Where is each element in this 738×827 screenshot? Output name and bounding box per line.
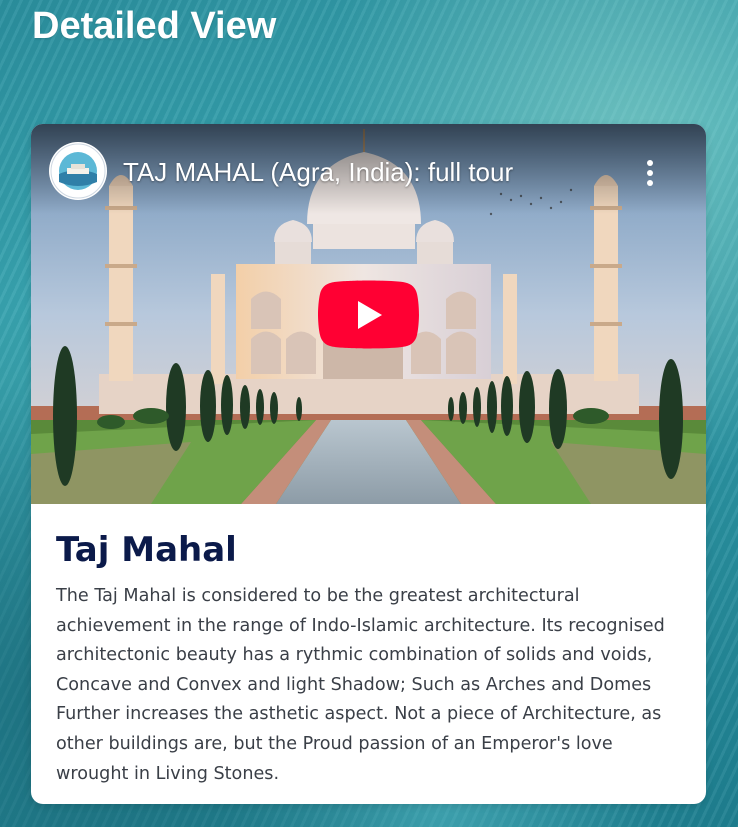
detail-card: TAJ MAHAL (Agra, India): full tour Taj M… bbox=[31, 124, 706, 804]
more-vert-icon[interactable] bbox=[637, 158, 663, 188]
place-title: Taj Mahal bbox=[56, 530, 237, 570]
place-description: The Taj Mahal is considered to be the gr… bbox=[56, 586, 665, 784]
video-title[interactable]: TAJ MAHAL (Agra, India): full tour bbox=[123, 156, 513, 188]
page-title: Detailed View bbox=[32, 5, 277, 47]
video-player[interactable]: TAJ MAHAL (Agra, India): full tour bbox=[31, 124, 706, 504]
channel-logo-icon bbox=[50, 143, 106, 199]
card-body: Taj Mahal The Taj Mahal is considered to… bbox=[31, 504, 706, 789]
play-button[interactable] bbox=[318, 279, 419, 350]
channel-avatar[interactable] bbox=[49, 142, 107, 200]
